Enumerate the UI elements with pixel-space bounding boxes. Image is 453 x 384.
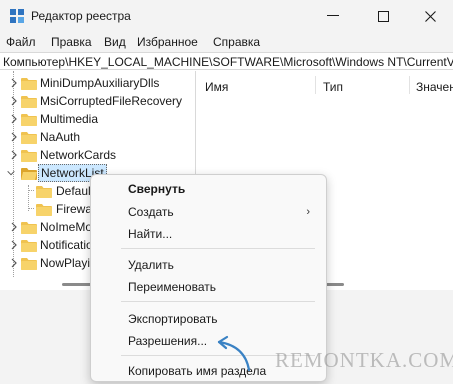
chevron-right-icon[interactable] [9,113,19,125]
title-bar: Редактор реестра [0,0,453,32]
folder-icon [21,240,37,252]
folder-icon [36,204,52,216]
folder-icon [21,114,37,126]
tree-item[interactable]: Multimedia [0,110,195,128]
menu-item-delete[interactable]: Удалить [91,255,326,275]
menu-item-label: Экспортировать [128,312,218,326]
menu-item-find[interactable]: Найти... [91,224,326,244]
column-header-value[interactable]: Значение [416,80,453,94]
address-path: Компьютер\HKEY_LOCAL_MACHINE\SOFTWARE\Mi… [3,55,453,69]
tree-item[interactable]: NetworkCards [0,146,195,164]
chevron-right-icon[interactable] [9,77,19,89]
annotation-arrow-icon [217,335,251,372]
menu-item-collapse[interactable]: Свернуть [91,179,326,199]
column-separator[interactable] [409,76,410,94]
chevron-right-icon[interactable] [9,95,19,107]
tree-item[interactable]: MiniDumpAuxiliaryDlls [0,74,195,92]
window-title: Редактор реестра [31,9,131,23]
address-bar[interactable]: Компьютер\HKEY_LOCAL_MACHINE\SOFTWARE\Mi… [0,52,453,70]
menu-separator [121,301,315,302]
chevron-right-icon[interactable] [9,221,19,233]
close-button[interactable] [410,0,450,32]
menu-item-label: Переименовать [128,280,216,294]
menu-item-export[interactable]: Экспортировать [91,309,326,329]
menu-item-new[interactable]: Создать › [91,202,326,222]
tree-item-label: Multimedia [40,112,99,126]
tree-item-label: NetworkCards [40,148,117,162]
column-separator[interactable] [315,76,316,94]
menu-separator [121,248,315,249]
menu-bar: Файл Правка Вид Избранное Справка [0,32,453,52]
folder-icon [21,132,37,144]
chevron-right-icon[interactable] [9,239,19,251]
column-header-name[interactable]: Имя [205,80,228,94]
registry-editor-icon [10,9,24,23]
menu-item-label: Свернуть [128,182,186,196]
menu-item-label: Разрешения... [128,334,208,348]
menu-item-label: Найти... [128,227,173,241]
column-header-type[interactable]: Тип [323,80,343,94]
folder-icon [21,258,37,270]
menu-file[interactable]: Файл [6,35,36,49]
folder-icon [36,186,52,198]
menu-view[interactable]: Вид [104,35,126,49]
minimize-icon [327,15,339,16]
chevron-right-icon: › [306,206,310,218]
tree-item-label: MsiCorruptedFileRecovery [40,94,183,108]
maximize-button[interactable] [363,0,403,32]
tree-item-label: NaAuth [40,130,81,144]
chevron-right-icon[interactable] [9,257,19,269]
tree-item[interactable]: NaAuth [0,128,195,146]
chevron-down-icon[interactable] [6,167,16,179]
folder-icon [21,96,37,108]
minimize-button[interactable] [313,0,353,32]
menu-edit[interactable]: Правка [51,35,92,49]
folder-icon [21,78,37,90]
folder-icon [21,222,37,234]
close-icon [424,10,436,22]
folder-open-icon [21,168,37,180]
folder-icon [21,150,37,162]
menu-favorites[interactable]: Избранное [137,35,198,49]
chevron-right-icon[interactable] [9,149,19,161]
menu-item-rename[interactable]: Переименовать [91,277,326,297]
tree-item[interactable]: MsiCorruptedFileRecovery [0,92,195,110]
chevron-right-icon[interactable] [9,131,19,143]
tree-item-label: MiniDumpAuxiliaryDlls [40,76,160,90]
menu-item-label: Удалить [128,258,174,272]
menu-help[interactable]: Справка [213,35,260,49]
maximize-icon [377,10,389,22]
menu-item-label: Создать [128,205,174,219]
watermark: REMONTKA.COM [275,348,453,372]
